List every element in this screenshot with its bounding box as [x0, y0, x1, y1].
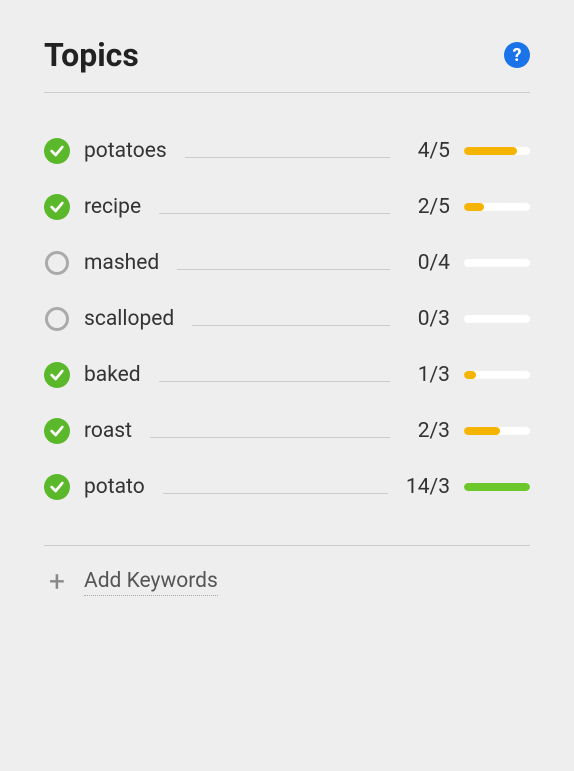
empty-circle-icon	[44, 306, 70, 332]
topics-header: Topics ?	[44, 36, 530, 74]
topic-count: 0/4	[408, 251, 450, 275]
topic-label: roast	[84, 419, 132, 443]
progress-bar	[464, 147, 530, 155]
filler-line	[185, 157, 390, 158]
divider	[44, 92, 530, 93]
topic-row[interactable]: recipe 2/5	[44, 179, 530, 235]
filler-line	[159, 381, 390, 382]
add-keywords-label: Add Keywords	[84, 569, 218, 596]
check-circle-icon	[44, 418, 70, 444]
topic-row[interactable]: scalloped 0/3	[44, 291, 530, 347]
page-title: Topics	[44, 36, 139, 74]
add-keywords-button[interactable]: + Add Keywords	[44, 568, 530, 596]
filler-line	[159, 213, 390, 214]
filler-line	[163, 493, 388, 494]
progress-bar	[464, 315, 530, 323]
topic-label: potatoes	[84, 139, 167, 163]
progress-fill	[464, 427, 500, 435]
help-icon[interactable]: ?	[504, 42, 530, 68]
progress-fill	[464, 203, 484, 211]
help-glyph: ?	[513, 45, 522, 66]
progress-bar	[464, 203, 530, 211]
divider	[44, 545, 530, 546]
check-circle-icon	[44, 138, 70, 164]
check-circle-icon	[44, 362, 70, 388]
topic-row[interactable]: potatoes 4/5	[44, 123, 530, 179]
topic-row[interactable]: baked 1/3	[44, 347, 530, 403]
topic-count: 0/3	[408, 307, 450, 331]
filler-line	[177, 269, 390, 270]
filler-line	[192, 325, 390, 326]
topic-row[interactable]: roast 2/3	[44, 403, 530, 459]
progress-fill	[464, 147, 517, 155]
empty-circle-icon	[44, 250, 70, 276]
topic-count: 14/3	[406, 475, 450, 499]
topic-count: 2/3	[408, 419, 450, 443]
check-circle-icon	[44, 194, 70, 220]
topic-label: mashed	[84, 251, 159, 275]
topic-row[interactable]: potato 14/3	[44, 459, 530, 515]
check-circle-icon	[44, 474, 70, 500]
filler-line	[150, 437, 390, 438]
progress-bar	[464, 371, 530, 379]
topic-label: baked	[84, 363, 141, 387]
topics-list: potatoes 4/5 recipe 2/5 mashed 0/4 scalloped 0/…	[44, 123, 530, 515]
topic-label: scalloped	[84, 307, 174, 331]
topic-count: 1/3	[408, 363, 450, 387]
progress-bar	[464, 259, 530, 267]
topic-row[interactable]: mashed 0/4	[44, 235, 530, 291]
topic-label: recipe	[84, 195, 141, 219]
progress-bar	[464, 483, 530, 491]
topic-count: 2/5	[408, 195, 450, 219]
plus-icon: +	[44, 568, 70, 596]
progress-fill	[464, 483, 530, 491]
progress-bar	[464, 427, 530, 435]
topic-label: potato	[84, 475, 145, 499]
topic-count: 4/5	[408, 139, 450, 163]
progress-fill	[464, 371, 476, 379]
